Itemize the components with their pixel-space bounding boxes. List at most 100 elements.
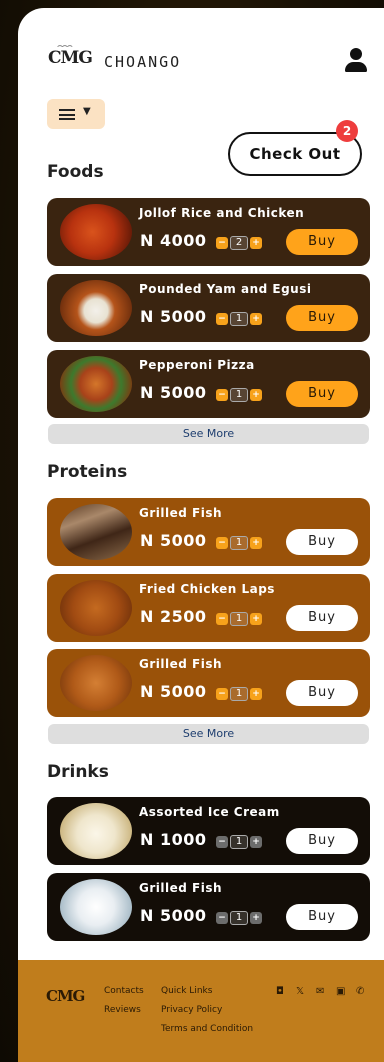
footer: CMG Contacts Reviews Quick Links Privacy…: [18, 960, 384, 1062]
product-price: N 5000: [140, 531, 207, 550]
increase-quantity-button[interactable]: +: [250, 237, 262, 249]
section-title-drinks: Drinks: [47, 762, 109, 782]
quantity-value: 2: [230, 236, 248, 250]
product-price: N 5000: [140, 906, 207, 925]
product-card[interactable]: Assorted Ice Cream N 1000−1 + Buy: [47, 797, 370, 865]
logo[interactable]: ⌢⌢⌢ CMG: [48, 41, 93, 68]
product-image: [60, 655, 132, 711]
product-image: [60, 204, 132, 260]
buy-button[interactable]: Buy: [286, 229, 358, 255]
product-image: [60, 580, 132, 636]
product-price: N 5000: [140, 682, 207, 701]
product-price: N 5000: [140, 307, 207, 326]
section-title-foods: Foods: [47, 162, 104, 182]
decrease-quantity-button[interactable]: −: [216, 912, 228, 924]
increase-quantity-button[interactable]: +: [250, 836, 262, 848]
logo-text: CMG: [48, 48, 93, 68]
buy-button[interactable]: Buy: [286, 828, 358, 854]
decrease-quantity-button[interactable]: −: [216, 537, 228, 549]
product-price: N 4000: [140, 231, 207, 250]
quantity-value: 1: [230, 835, 248, 849]
product-name: Pounded Yam and Egusi: [139, 282, 312, 296]
user-icon[interactable]: [344, 48, 368, 74]
footer-logo[interactable]: CMG: [46, 987, 85, 1005]
decrease-quantity-button[interactable]: −: [216, 613, 228, 625]
quantity-value: 1: [230, 536, 248, 550]
user-icon-body: [345, 62, 367, 72]
product-image: [60, 280, 132, 336]
quantity-value: 1: [230, 687, 248, 701]
quantity-value: 1: [230, 388, 248, 402]
social-links: ◘ 𝕏 ✉ ▣ ✆: [276, 986, 372, 998]
product-price: N 1000: [140, 830, 207, 849]
chevron-down-icon: ▼: [83, 106, 91, 117]
product-name: Grilled Fish: [139, 506, 223, 520]
footer-link-reviews[interactable]: Reviews: [104, 1005, 141, 1015]
product-card[interactable]: Pepperoni Pizza N 5000−1 + Buy: [47, 350, 370, 418]
product-image: [60, 504, 132, 560]
decrease-quantity-button[interactable]: −: [216, 237, 228, 249]
quantity-stepper: −1 +: [216, 536, 264, 550]
quantity-value: 1: [230, 312, 248, 326]
menu-button[interactable]: ▼: [47, 99, 105, 129]
quantity-value: 1: [230, 612, 248, 626]
buy-button[interactable]: Buy: [286, 605, 358, 631]
product-image: [60, 356, 132, 412]
product-card[interactable]: Grilled Fish N 5000−1 + Buy: [47, 873, 370, 941]
product-card[interactable]: Fried Chicken Laps N 2500−1 + Buy: [47, 574, 370, 642]
decrease-quantity-button[interactable]: −: [216, 836, 228, 848]
quantity-stepper: −1 +: [216, 612, 264, 626]
logo-crown: ⌢⌢⌢: [57, 41, 73, 51]
decrease-quantity-button[interactable]: −: [216, 389, 228, 401]
top-bar: ⌢⌢⌢ CMG CHOANGO: [48, 41, 368, 80]
product-price: N 5000: [140, 383, 207, 402]
product-image: [60, 879, 132, 935]
product-name: Jollof Rice and Chicken: [139, 206, 305, 220]
quantity-stepper: −1 +: [216, 312, 264, 326]
quantity-stepper: −1 +: [216, 911, 264, 925]
quantity-stepper: −1 +: [216, 835, 264, 849]
buy-button[interactable]: Buy: [286, 305, 358, 331]
see-more-button[interactable]: See More: [48, 424, 369, 444]
cart-count-badge: 2: [336, 120, 358, 142]
quantity-value: 1: [230, 911, 248, 925]
app-screen: ⌢⌢⌢ CMG CHOANGO ▼ Check Out 2 Foods Jollo…: [18, 8, 384, 1062]
footer-link-contacts[interactable]: Contacts: [104, 986, 144, 996]
increase-quantity-button[interactable]: +: [250, 912, 262, 924]
quantity-stepper: −2 +: [216, 236, 264, 250]
buy-button[interactable]: Buy: [286, 529, 358, 555]
footer-link-privacy-policy[interactable]: Privacy Policy: [161, 1005, 222, 1015]
footer-link-terms[interactable]: Terms and Condition: [161, 1024, 253, 1034]
increase-quantity-button[interactable]: +: [250, 389, 262, 401]
decrease-quantity-button[interactable]: −: [216, 313, 228, 325]
user-icon-head: [350, 48, 362, 60]
quantity-stepper: −1 +: [216, 687, 264, 701]
brand-name: CHOANGO: [104, 53, 182, 71]
product-name: Grilled Fish: [139, 881, 223, 895]
product-card[interactable]: Pounded Yam and Egusi N 5000−1 + Buy: [47, 274, 370, 342]
increase-quantity-button[interactable]: +: [250, 613, 262, 625]
buy-button[interactable]: Buy: [286, 381, 358, 407]
buy-button[interactable]: Buy: [286, 680, 358, 706]
product-name: Grilled Fish: [139, 657, 223, 671]
product-card[interactable]: Jollof Rice and Chicken N 4000−2 + Buy: [47, 198, 370, 266]
footer-link-quick-links[interactable]: Quick Links: [161, 986, 212, 996]
product-card[interactable]: Grilled Fish N 5000−1 + Buy: [47, 498, 370, 566]
product-price: N 2500: [140, 607, 207, 626]
product-card[interactable]: Grilled Fish N 5000−1 + Buy: [47, 649, 370, 717]
instagram-icon[interactable]: ◘: [276, 986, 284, 997]
buy-button[interactable]: Buy: [286, 904, 358, 930]
hamburger-icon: [59, 109, 75, 120]
email-icon[interactable]: ✉: [316, 986, 324, 997]
phone-icon[interactable]: ✆: [356, 986, 364, 997]
see-more-button[interactable]: See More: [48, 724, 369, 744]
product-name: Fried Chicken Laps: [139, 582, 275, 596]
increase-quantity-button[interactable]: +: [250, 313, 262, 325]
linkedin-icon[interactable]: ▣: [336, 986, 345, 997]
product-name: Assorted Ice Cream: [139, 805, 280, 819]
increase-quantity-button[interactable]: +: [250, 688, 262, 700]
x-icon[interactable]: 𝕏: [296, 986, 304, 997]
product-image: [60, 803, 132, 859]
increase-quantity-button[interactable]: +: [250, 537, 262, 549]
decrease-quantity-button[interactable]: −: [216, 688, 228, 700]
